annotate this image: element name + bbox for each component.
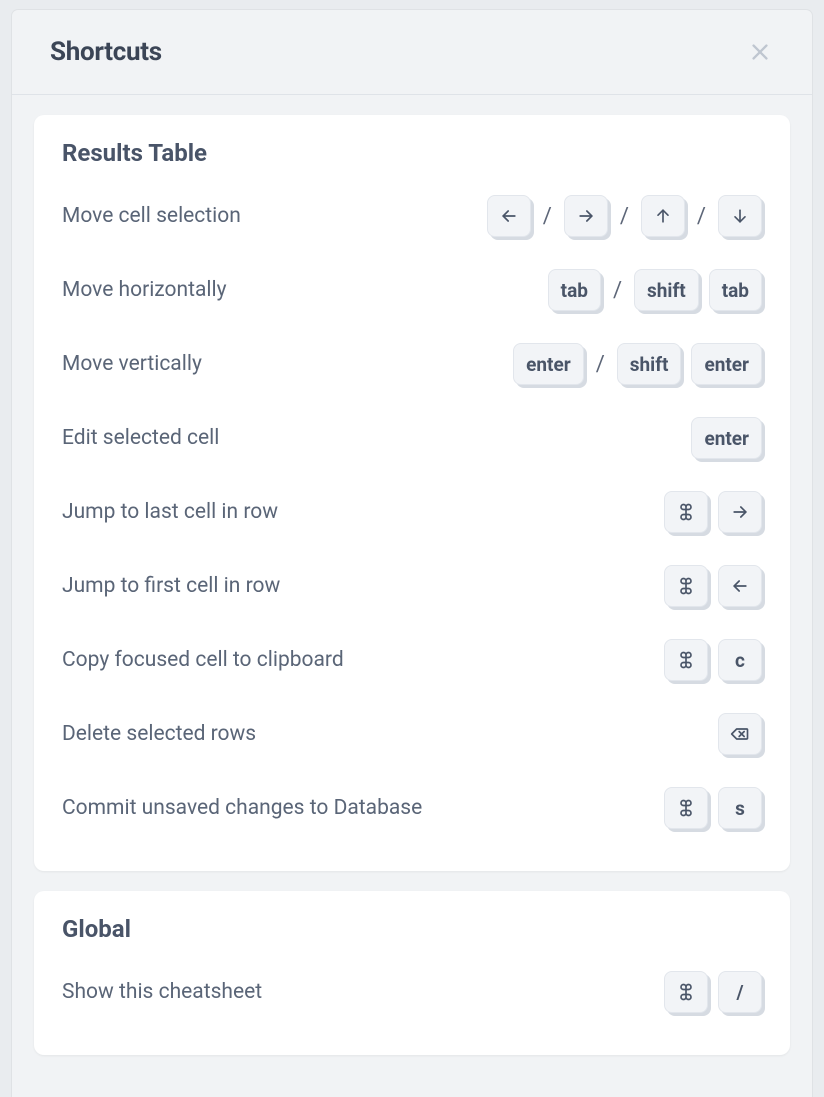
keycap-arrow-right	[718, 491, 762, 533]
shortcut-row: Jump to last cell in row	[62, 475, 762, 549]
shortcut-keys: /	[664, 971, 762, 1013]
keycap-arrow-left	[718, 565, 762, 607]
shortcut-section: Global Show this cheatsheet /	[34, 891, 790, 1055]
shortcut-label: Edit selected cell	[62, 426, 219, 450]
key-separator: /	[594, 352, 607, 377]
keycap-backspace	[718, 713, 762, 755]
key-separator: /	[541, 204, 554, 229]
keycap: c	[718, 639, 762, 681]
keycap-arrow-up	[641, 195, 685, 237]
backspace-icon	[730, 724, 750, 744]
shortcut-label: Move cell selection	[62, 204, 241, 228]
keycap: enter	[691, 417, 762, 459]
shortcut-keys: c	[664, 639, 762, 681]
keycap: s	[718, 787, 762, 829]
keycap-command	[664, 971, 708, 1013]
shortcut-label: Jump to last cell in row	[62, 500, 278, 524]
key-separator: /	[695, 204, 708, 229]
shortcut-label: Show this cheatsheet	[62, 980, 262, 1004]
shortcut-row: Commit unsaved changes to Database s	[62, 771, 762, 845]
keycap-arrow-left	[487, 195, 531, 237]
keycap-arrow-right	[564, 195, 608, 237]
keycap-arrow-down	[718, 195, 762, 237]
shortcut-row: Move cell selection / / /	[62, 179, 762, 253]
keycap-command	[664, 787, 708, 829]
shortcut-keys: enter	[691, 417, 762, 459]
modal-header: Shortcuts	[12, 10, 812, 95]
shortcut-section: Results TableMove cell selection///Move …	[34, 115, 790, 871]
keycap: tab	[548, 269, 601, 311]
keycap: enter	[691, 343, 762, 385]
keycap-command	[664, 565, 708, 607]
keycap: shift	[617, 343, 682, 385]
keycap: shift	[634, 269, 699, 311]
arrow-right-icon	[730, 502, 750, 522]
shortcut-row: Edit selected cell enter	[62, 401, 762, 475]
shortcut-keys: tab/shifttab	[548, 269, 762, 311]
arrow-left-icon	[499, 206, 519, 226]
section-title: Global	[62, 915, 762, 943]
shortcut-row: Copy focused cell to clipboard c	[62, 623, 762, 697]
shortcut-label: Copy focused cell to clipboard	[62, 648, 344, 672]
arrow-up-icon	[653, 206, 673, 226]
shortcut-row: Move verticallyenter/shiftenter	[62, 327, 762, 401]
shortcut-row: Jump to first cell in row	[62, 549, 762, 623]
close-button[interactable]	[742, 34, 778, 70]
shortcuts-modal: Shortcuts Results Table Move cell selecti…	[12, 10, 812, 1097]
shortcut-label: Jump to first cell in row	[62, 574, 280, 598]
command-icon	[676, 650, 696, 670]
shortcut-keys	[664, 565, 762, 607]
keycap-command	[664, 491, 708, 533]
shortcut-keys: enter/shiftenter	[513, 343, 762, 385]
close-icon	[749, 41, 771, 63]
section-title: Results Table	[62, 139, 762, 167]
shortcut-keys	[718, 713, 762, 755]
modal-title: Shortcuts	[50, 37, 162, 67]
shortcut-label: Move vertically	[62, 352, 202, 376]
command-icon	[676, 798, 696, 818]
arrow-down-icon	[730, 206, 750, 226]
shortcut-row: Delete selected rows	[62, 697, 762, 771]
key-separator: /	[611, 278, 624, 303]
shortcut-keys: / / /	[487, 195, 762, 237]
keycap: tab	[709, 269, 762, 311]
modal-body: Results TableMove cell selection///Move …	[12, 95, 812, 1097]
shortcut-label: Commit unsaved changes to Database	[62, 796, 422, 820]
shortcut-row: Show this cheatsheet /	[62, 955, 762, 1029]
shortcut-keys	[664, 491, 762, 533]
key-separator: /	[618, 204, 631, 229]
shortcut-label: Delete selected rows	[62, 722, 256, 746]
arrow-left-icon	[730, 576, 750, 596]
keycap-command	[664, 639, 708, 681]
shortcut-keys: s	[664, 787, 762, 829]
shortcut-label: Move horizontally	[62, 278, 227, 302]
command-icon	[676, 576, 696, 596]
command-icon	[676, 982, 696, 1002]
keycap: enter	[513, 343, 584, 385]
arrow-right-icon	[576, 206, 596, 226]
command-icon	[676, 502, 696, 522]
shortcut-row: Move horizontallytab/shifttab	[62, 253, 762, 327]
keycap: /	[718, 971, 762, 1013]
